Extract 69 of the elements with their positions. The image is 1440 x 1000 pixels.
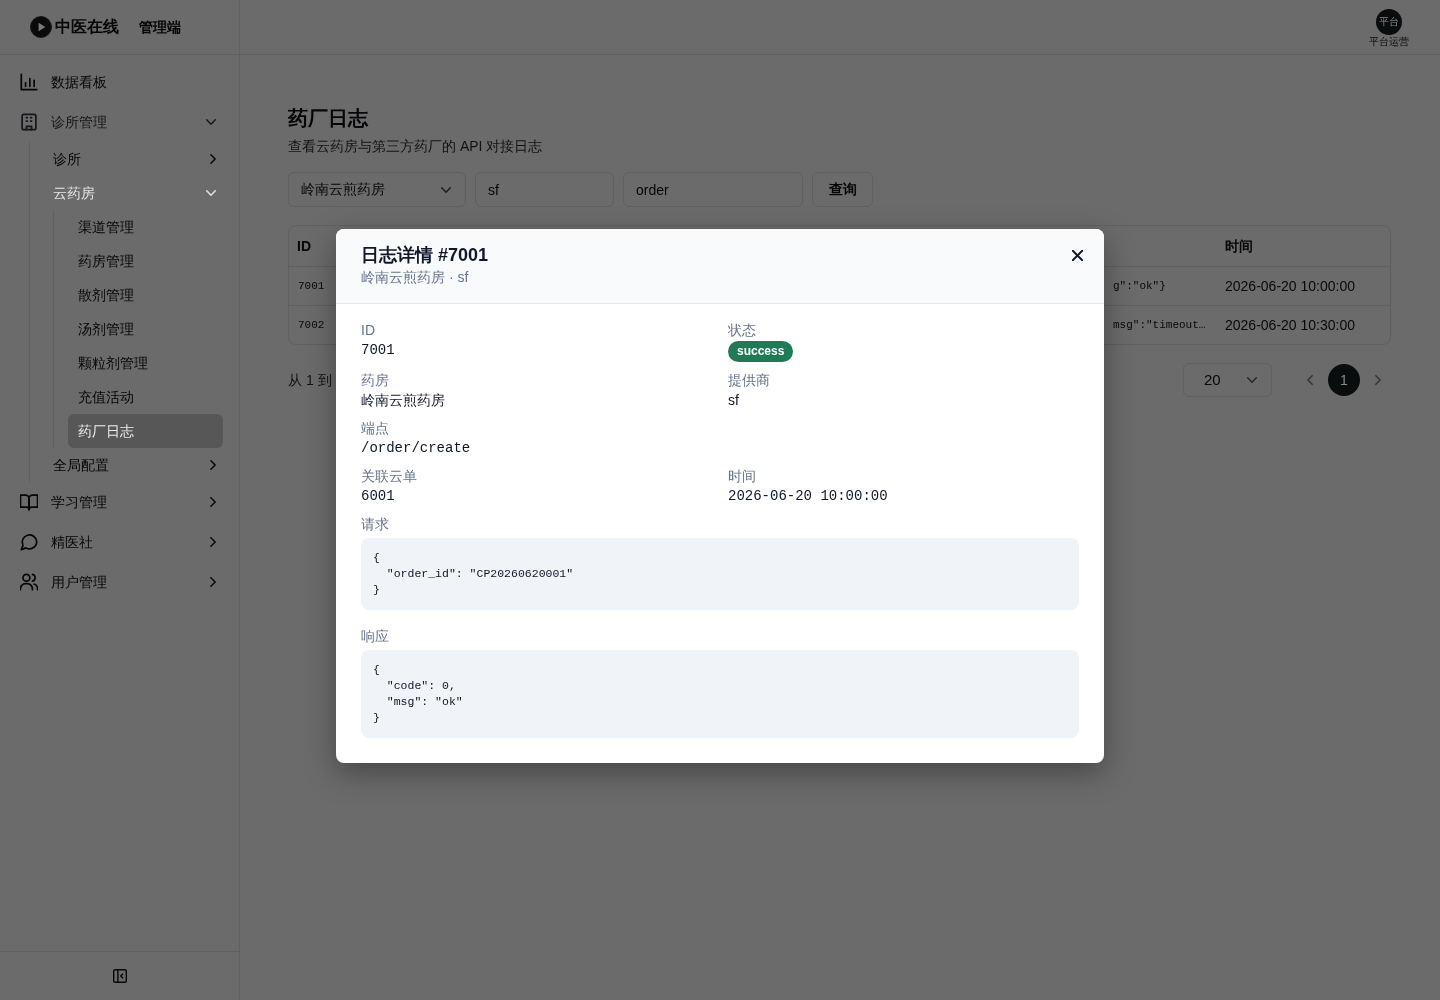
field-label: 状态 — [728, 321, 756, 340]
range-text: 从 1 到 — [288, 370, 332, 390]
user-role: 平台运营 — [1369, 36, 1409, 48]
field-value: 6001 — [361, 487, 395, 506]
field-value: sf — [728, 391, 739, 410]
building-icon — [20, 113, 38, 131]
column-header: ID — [296, 236, 312, 256]
page-button[interactable]: 1 — [1328, 364, 1360, 396]
section-label: 响应 — [361, 627, 389, 646]
sidebar-item[interactable]: 诊所 — [53, 142, 239, 176]
sidebar-item[interactable]: 汤剂管理 — [68, 312, 223, 346]
sidebar-item[interactable]: 云药房 — [53, 176, 239, 210]
page-subtitle: 查看云药房与第三方药厂的 API 对接日志 — [288, 137, 543, 156]
chevron-left-icon[interactable] — [1307, 375, 1313, 385]
field-label: 药房 — [361, 371, 389, 390]
sidebar-item[interactable]: 学习管理 — [0, 482, 239, 522]
play-logo-icon — [30, 16, 52, 38]
chat-bubble-icon — [20, 533, 38, 551]
search-button[interactable]: 查询 — [812, 172, 873, 207]
section-label: 请求 — [361, 515, 389, 534]
field-value: 岭南云煎药房 — [361, 391, 445, 410]
field-label: 提供商 — [728, 371, 770, 390]
table-cell-text: 7001 — [297, 278, 326, 294]
response-json-block: { "code": 0, "msg": "ok" } — [361, 650, 1079, 738]
dialog-title: 日志详情 #7001 — [361, 244, 489, 267]
table-cell-text: msg":"timeout… — [1112, 317, 1207, 333]
sidebar-item[interactable]: 颗粒剂管理 — [68, 346, 223, 380]
app-label: 管理端 — [139, 17, 181, 37]
page-title: 药厂日志 — [288, 106, 368, 131]
sidebar-item[interactable]: 散剂管理 — [68, 278, 223, 312]
column-header: 时间 — [1224, 236, 1254, 256]
pharmacy-select[interactable]: 岭南云煎药房 — [288, 172, 466, 207]
bar-chart-icon — [20, 73, 38, 91]
sidebar-item[interactable]: 精医社 — [0, 522, 239, 562]
table-cell-text: 7002 — [297, 317, 326, 333]
table-cell-text: g":"ok"} — [1112, 278, 1167, 294]
endpoint-input[interactable]: order — [623, 172, 803, 207]
table-cell-text: 2026-06-20 10:30:00 — [1224, 315, 1356, 335]
table-cell-text: 2026-06-20 10:00:00 — [1224, 276, 1356, 296]
provider-input[interactable]: sf — [475, 172, 614, 207]
field-value: 2026-06-20 10:00:00 — [728, 487, 888, 506]
field-label: ID — [361, 321, 375, 340]
field-label: 关联云单 — [361, 467, 417, 486]
sidebar-item[interactable]: 全局配置 — [53, 448, 239, 482]
user-avatar[interactable]: 平台 — [1376, 9, 1402, 35]
request-json-block: { "order_id": "CP20260620001" } — [361, 538, 1079, 610]
caret-icon — [441, 186, 451, 193]
sidebar-item[interactable]: 渠道管理 — [68, 210, 223, 244]
collapse-sidebar-button[interactable] — [112, 969, 127, 983]
field-value: /order/create — [361, 439, 471, 458]
sidebar-item[interactable]: 药厂日志 — [68, 414, 223, 448]
close-icon — [1071, 249, 1083, 261]
chevron-right-icon[interactable] — [1375, 375, 1381, 385]
sidebar-item[interactable]: 药房管理 — [68, 244, 223, 278]
dialog-subtitle: 岭南云煎药房 · sf — [361, 268, 469, 287]
field-label: 时间 — [728, 467, 756, 486]
users-icon — [20, 573, 38, 591]
page-size-select[interactable]: 20 — [1183, 363, 1272, 397]
sidebar-collapse-icon — [112, 969, 127, 983]
caret-icon — [1247, 377, 1257, 383]
sidebar-item[interactable]: 数据看板 — [0, 62, 239, 102]
sidebar-item[interactable]: 充值活动 — [68, 380, 223, 414]
sidebar-item[interactable]: 诊所管理 — [0, 102, 239, 142]
field-value: 7001 — [361, 341, 395, 360]
status-badge: success — [728, 341, 794, 362]
sidebar-item[interactable]: 用户管理 — [0, 562, 239, 602]
logo-text: 中医在线 — [55, 17, 119, 37]
book-icon — [20, 493, 38, 511]
field-label: 端点 — [361, 419, 389, 438]
